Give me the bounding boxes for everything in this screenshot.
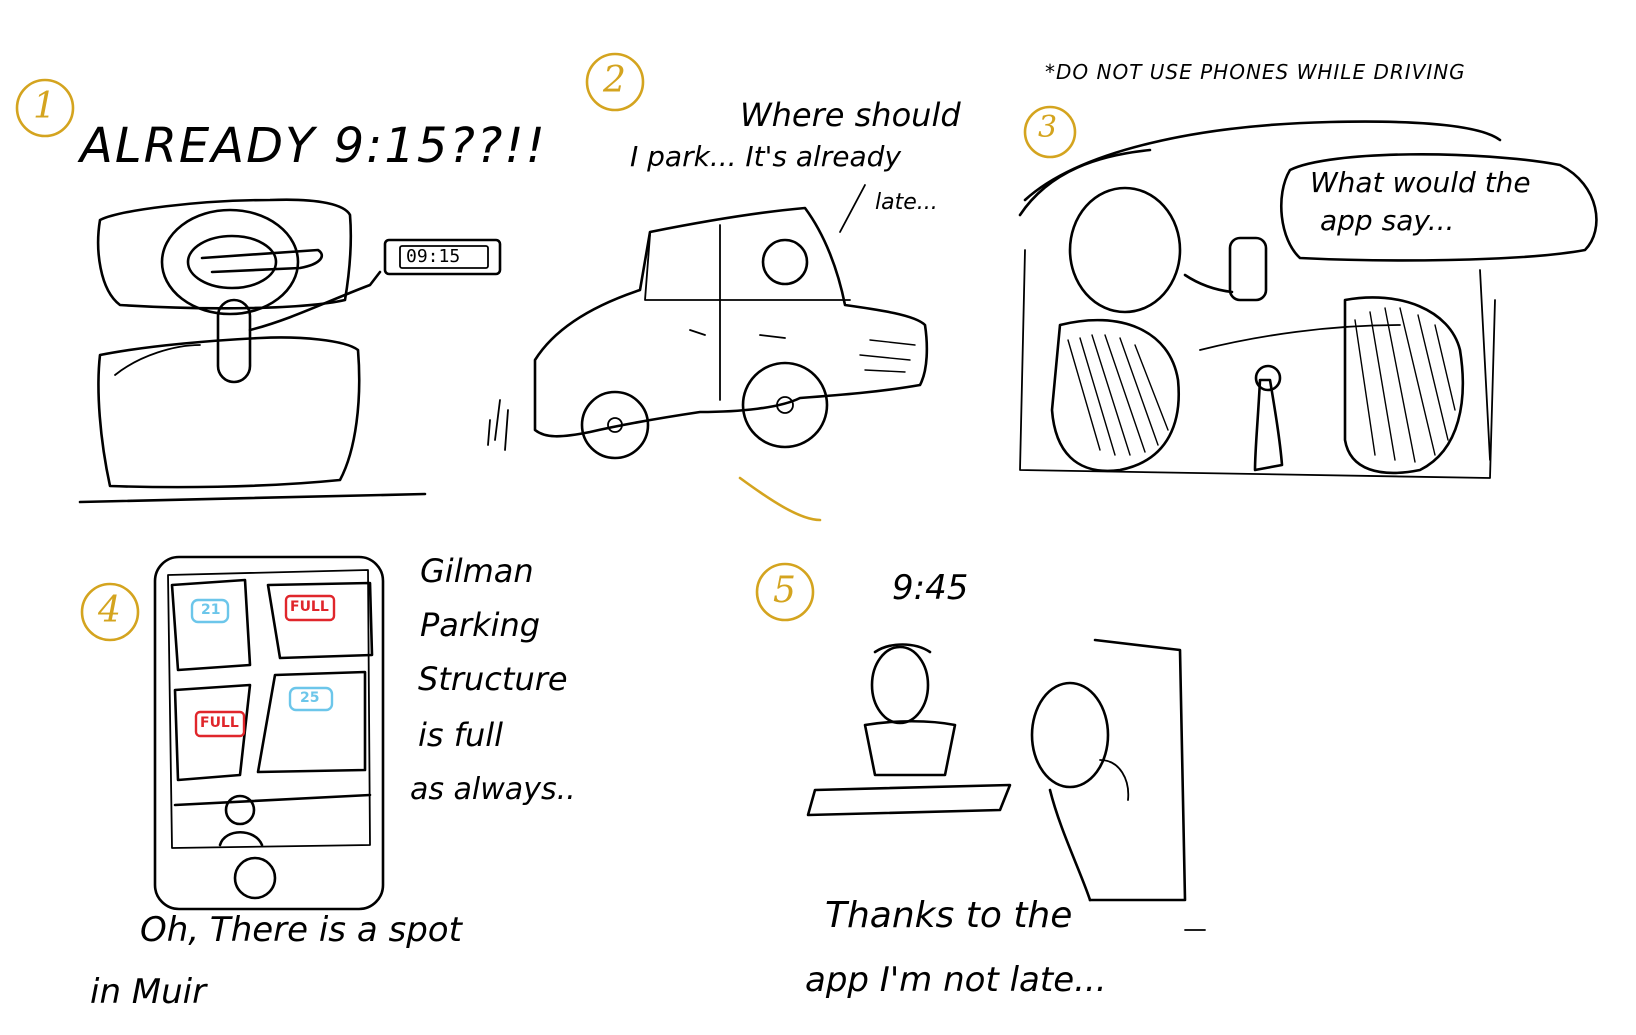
phone-in-hand	[1228, 236, 1268, 302]
badge-25: 25	[300, 690, 320, 706]
panel-3-warning: *DO NOT USE PHONES WHILE DRIVING	[1045, 60, 1466, 84]
gear-knob	[1254, 364, 1282, 392]
user-location-body	[218, 831, 264, 847]
panel-3-number: 3	[1038, 110, 1058, 145]
panel-1-caption: ALREADY 9:15??!!	[80, 118, 547, 174]
floor-line	[78, 492, 427, 504]
phone-home-button	[233, 856, 277, 900]
phone-frame	[153, 555, 385, 911]
panel-5-caption-line1: Thanks to the	[825, 895, 1073, 936]
sleeper-head	[160, 208, 300, 316]
gear-shifter	[1253, 378, 1284, 472]
panel-2-speech-line1: Where should	[740, 96, 961, 134]
driver-arm	[1183, 273, 1234, 294]
alarm-clock-display: 09:15	[406, 246, 461, 267]
badge-full-2: FULL	[200, 715, 239, 731]
desk	[806, 783, 1012, 817]
door-pillar	[1479, 269, 1491, 461]
car-interior-frame	[1019, 249, 1496, 479]
panel-3-drawing	[1018, 105, 1598, 479]
panel-4-side-line1: Gilman	[420, 552, 534, 590]
motion-lines	[487, 399, 509, 451]
car-body	[533, 206, 929, 438]
panel-5-drawing	[755, 562, 1206, 931]
car-window-frame	[644, 234, 851, 301]
car-door-handles	[689, 329, 786, 339]
pillow	[96, 198, 353, 310]
panel-1-number: 1	[33, 86, 56, 127]
panel-5-time: 9:45	[892, 568, 969, 608]
student-chair	[1088, 638, 1187, 902]
panel-4-side-line5: as always..	[410, 772, 576, 807]
car-rear-wheel	[580, 390, 650, 460]
driver-back-head	[1068, 186, 1182, 314]
panel-3-speech-line1: What would the	[1310, 166, 1531, 199]
panel-4-number: 4	[98, 590, 121, 631]
professor-head	[870, 645, 930, 725]
storyboard-sketch: 1 2 3 4 5 ALREADY 9:15??!! 09:15 Where s…	[0, 0, 1636, 1035]
student-head	[1030, 681, 1110, 789]
map-road	[173, 793, 372, 807]
driver-seat	[1050, 318, 1180, 473]
panel-4-side-line4: is full	[418, 716, 504, 754]
a-pillar	[1018, 148, 1152, 217]
panel-5-number: 5	[773, 570, 796, 611]
panel-4-bottom-line2: in Muir	[90, 972, 207, 1012]
sleeper-arm-over-face	[200, 248, 323, 274]
car-front-wheel	[741, 361, 829, 449]
sleeper-face	[186, 234, 278, 290]
map-block-3	[173, 683, 252, 782]
panel-2-speech-line3: late...	[875, 190, 938, 215]
panel-4-side-line2: Parking	[420, 606, 541, 644]
dashboard-line	[1199, 324, 1401, 351]
panel-2-number: 2	[603, 60, 626, 101]
driver-head	[761, 238, 809, 286]
student-back	[1048, 788, 1092, 902]
car-headlight-hatch	[859, 339, 916, 373]
passenger-seat-hatch	[1354, 307, 1456, 463]
panel-2-speech-line2: I park... It's already	[630, 140, 902, 173]
badge-21: 21	[201, 602, 221, 618]
panel-4-bottom-line1: Oh, There is a spot	[140, 910, 462, 950]
user-location-icon	[224, 794, 256, 826]
map-block-1	[170, 578, 252, 672]
podium	[863, 719, 957, 777]
panel-3-speech-line2: app say...	[1320, 204, 1455, 237]
panel-4-side-line3: Structure	[418, 660, 568, 698]
student-arm	[1099, 759, 1130, 801]
sleeper-arm	[248, 270, 382, 332]
panel-2-to-5-arrow	[738, 476, 822, 522]
panel-5-caption-line2: app I'm not late...	[805, 960, 1107, 1000]
driver-seat-hatch	[1067, 334, 1169, 456]
speech-pointer-2	[839, 184, 866, 233]
badge-full-1: FULL	[290, 599, 329, 615]
panel-4-drawing	[80, 555, 385, 911]
